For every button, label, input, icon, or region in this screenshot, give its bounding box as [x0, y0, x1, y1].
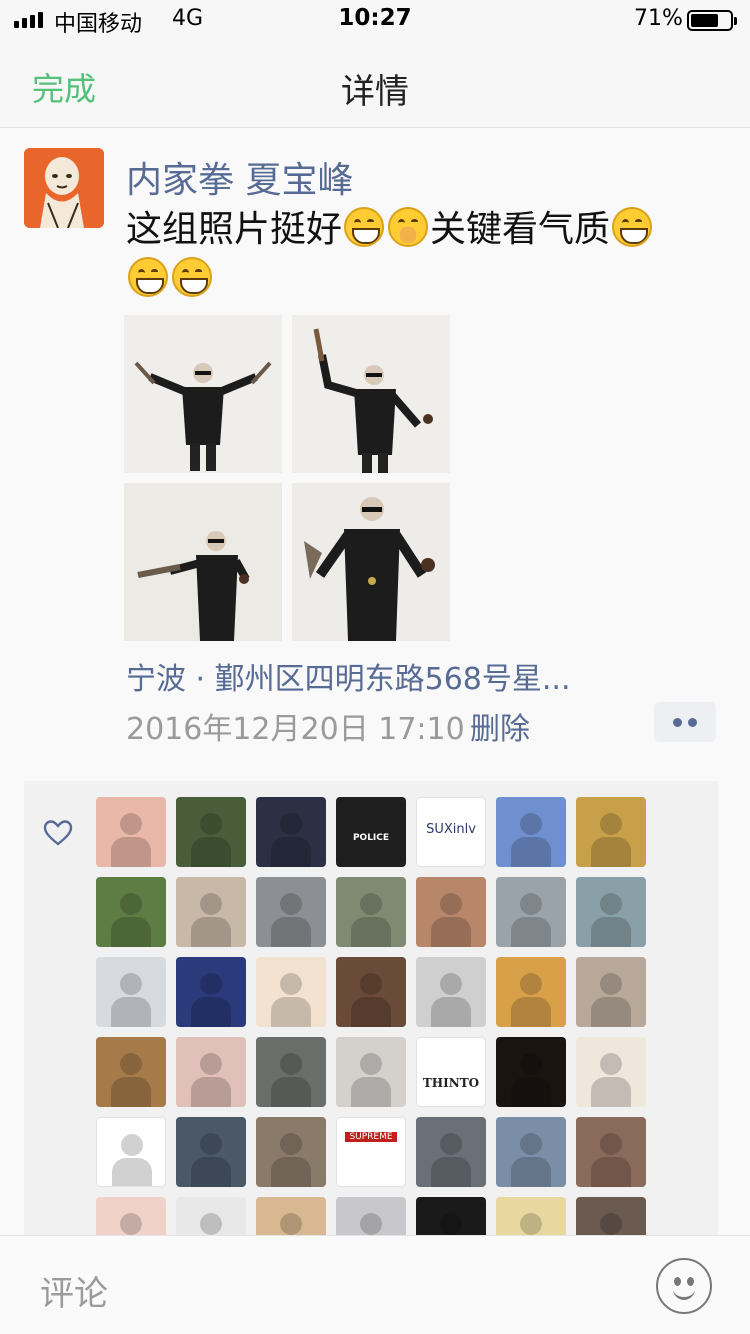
liker-avatar[interactable] — [336, 957, 406, 1027]
liker-avatar-text: POLICE — [352, 833, 390, 843]
likes-panel: POLICE SUXinlv THINTO SUPREME 18268686863 — [24, 781, 718, 1235]
liker-avatar[interactable] — [336, 1197, 406, 1235]
liker-avatar[interactable] — [256, 1197, 326, 1235]
liker-avatar[interactable] — [416, 1197, 486, 1235]
post-timestamp: 2016年12月20日 17:10 — [126, 712, 465, 747]
liker-avatar-text: THINTO — [422, 1076, 480, 1090]
post-text-part-1: 这组照片挺好 — [126, 209, 343, 250]
post-text: 这组照片挺好 关键看气质 — [126, 205, 726, 305]
liker-avatar-text: SUPREME — [345, 1132, 397, 1142]
liker-avatar[interactable] — [576, 1117, 646, 1187]
grin-emoji — [612, 207, 653, 247]
liker-avatar[interactable] — [176, 797, 246, 867]
liker-avatar-text: SUXinlv — [426, 822, 476, 837]
liker-avatar[interactable] — [496, 1117, 566, 1187]
post-photo-3[interactable] — [124, 483, 282, 641]
post-photo-2[interactable] — [292, 315, 450, 473]
liker-avatar[interactable] — [336, 1037, 406, 1107]
liker-avatar[interactable] — [496, 1037, 566, 1107]
liker-avatar[interactable] — [96, 877, 166, 947]
liker-avatar[interactable] — [576, 797, 646, 867]
grin-emoji — [172, 257, 212, 297]
liker-avatar[interactable] — [496, 957, 566, 1027]
liker-avatar[interactable] — [176, 877, 246, 947]
liker-avatar[interactable] — [176, 1037, 246, 1107]
liker-avatar[interactable]: THINTO — [416, 1037, 486, 1107]
liker-avatar[interactable]: SUPREME — [336, 1117, 406, 1187]
liker-avatar[interactable] — [256, 877, 326, 947]
liker-avatar[interactable] — [96, 1197, 166, 1235]
comment-input[interactable]: 评论 — [40, 1266, 108, 1315]
battery-percent: 71% — [634, 6, 683, 31]
moment-detail: 内家拳 夏宝峰 这组照片挺好 关键看气质 宁波 · 鄞州区四明东路568号星..… — [0, 129, 750, 1235]
page-title: 详情 — [341, 72, 409, 112]
liker-avatar[interactable] — [416, 877, 486, 947]
liker-avatar[interactable] — [96, 957, 166, 1027]
liker-avatar[interactable] — [256, 797, 326, 867]
grin-emoji — [344, 207, 385, 247]
liker-avatar[interactable]: POLICE — [336, 797, 406, 867]
liker-avatar[interactable] — [576, 957, 646, 1027]
liker-avatar[interactable] — [576, 1037, 646, 1107]
liker-avatar[interactable] — [416, 957, 486, 1027]
liker-avatar[interactable]: SUXinlv — [416, 797, 486, 867]
liker-avatar[interactable] — [496, 1197, 566, 1235]
post-location[interactable]: 宁波 · 鄞州区四明东路568号星... — [126, 654, 570, 698]
liker-avatar[interactable] — [496, 877, 566, 947]
liker-avatar[interactable] — [416, 1117, 486, 1187]
liker-avatar[interactable]: 18268686863 — [176, 1197, 246, 1235]
battery-icon — [687, 10, 737, 31]
post-photo-4[interactable] — [292, 483, 450, 641]
liker-avatar[interactable] — [256, 1117, 326, 1187]
liker-avatar[interactable] — [176, 957, 246, 1027]
comment-bar: 评论 — [0, 1235, 750, 1334]
author-name[interactable]: 内家拳 夏宝峰 — [126, 151, 353, 203]
post-text-part-2: 关键看气质 — [430, 209, 611, 250]
delete-button[interactable]: 删除 — [470, 704, 530, 748]
liker-avatar[interactable] — [576, 877, 646, 947]
more-actions-button[interactable] — [654, 702, 716, 742]
liker-avatar[interactable] — [96, 797, 166, 867]
status-bar: 中国移动 4G 10:27 71% — [0, 0, 750, 40]
emoji-button[interactable] — [656, 1258, 712, 1314]
navigation-bar: 完成 详情 — [0, 40, 750, 128]
post-photo-1[interactable] — [124, 315, 282, 473]
grin-emoji — [128, 257, 168, 297]
liker-avatar[interactable] — [336, 877, 406, 947]
liker-avatar[interactable] — [96, 1117, 166, 1187]
liker-avatar[interactable] — [256, 1037, 326, 1107]
liker-avatar[interactable] — [496, 797, 566, 867]
heart-icon — [43, 820, 73, 846]
liker-avatar[interactable] — [96, 1037, 166, 1107]
liker-avatar[interactable] — [256, 957, 326, 1027]
shush-emoji — [388, 207, 429, 247]
liker-avatar[interactable] — [176, 1117, 246, 1187]
photo-grid — [124, 315, 452, 643]
author-avatar[interactable] — [24, 148, 104, 228]
liker-avatar[interactable] — [576, 1197, 646, 1235]
